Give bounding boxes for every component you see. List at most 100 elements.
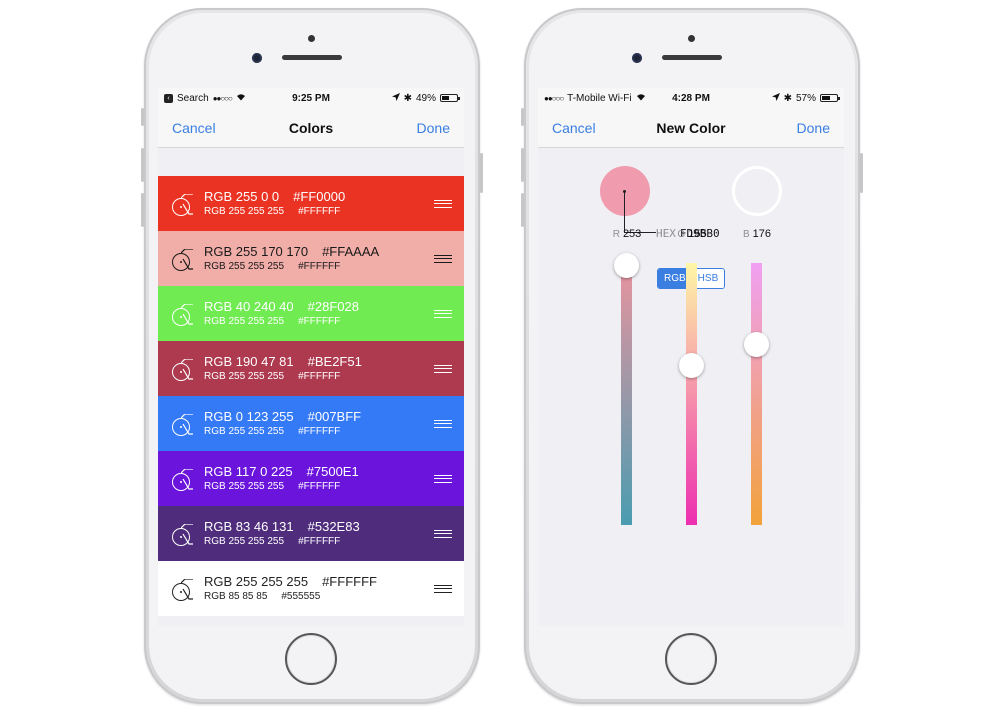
color-list-item[interactable]: RGB 83 46 131 #532E83 RGB 255 255 255 #FFF… [158, 506, 464, 561]
reorder-handle-icon[interactable] [434, 200, 452, 208]
primary-hex: #007BFF [307, 409, 362, 424]
color-texts: RGB 255 255 255 #FFFFFF RGB 85 85 85 #5555… [204, 574, 377, 603]
color-texts: RGB 83 46 131 #532E83 RGB 255 255 255 #FFF… [204, 519, 360, 548]
reorder-handle-icon[interactable] [434, 475, 452, 483]
power-button [860, 153, 863, 193]
slider-track[interactable] [751, 263, 762, 525]
battery-icon [820, 94, 840, 102]
color-texts: RGB 40 240 40 #28F028 RGB 255 255 255 #FFF… [204, 299, 359, 328]
primary-rgb: RGB 117 0 225 [204, 464, 293, 479]
secondary-rgb: RGB 255 255 255 [204, 316, 285, 327]
primary-color-line: RGB 255 0 0 #FF0000 [204, 189, 345, 205]
channel-value: 155 [688, 228, 707, 240]
earpiece-speaker [282, 55, 342, 60]
connector-line-icon [181, 194, 193, 215]
primary-hex: #FFAAAA [322, 244, 380, 259]
slider-b: B 176 [732, 228, 782, 525]
channel-name: B [742, 229, 750, 240]
color-list-item[interactable]: RGB 0 123 255 #007BFF RGB 255 255 255 #FFF… [158, 396, 464, 451]
colors-screen: ‹ Search ●●○○○ 9:25 PM ✱ 49% Cancel Colo… [158, 88, 464, 626]
page-title: Colors [288, 119, 334, 136]
slider-track[interactable] [621, 263, 632, 525]
secondary-hex: #FFFFFF [298, 536, 341, 547]
channel-value: 253 [622, 228, 642, 240]
color-list-item[interactable]: RGB 255 0 0 #FF0000 RGB 255 255 255 #FFFFF… [158, 176, 464, 231]
reorder-handle-icon[interactable] [434, 365, 452, 373]
earpiece-speaker [662, 55, 722, 60]
secondary-color-line: RGB 255 255 255 #FFFFFF [204, 260, 379, 273]
reorder-handle-icon[interactable] [434, 585, 452, 593]
new-color-screen: ●●○○○ T-Mobile Wi-Fi 4:28 PM ✱ 57% Cance… [538, 88, 844, 626]
slider-label: B 176 [732, 228, 782, 240]
bluetooth-icon: ✱ [783, 92, 792, 104]
reorder-handle-icon[interactable] [434, 255, 452, 263]
volume-down-button [141, 193, 144, 227]
hex-leader-dot [623, 190, 626, 193]
secondary-hex: #555555 [281, 591, 321, 602]
primary-hex: #FF0000 [293, 189, 346, 204]
slider-thumb[interactable] [614, 252, 639, 278]
home-button[interactable] [285, 633, 337, 685]
reorder-handle-icon[interactable] [434, 530, 452, 538]
navigation-bar: Cancel Colors Done [158, 108, 464, 148]
color-texts: RGB 190 47 81 #BE2F51 RGB 255 255 255 #FFF… [204, 354, 362, 383]
channel-value: 176 [752, 228, 772, 240]
color-list-item[interactable]: RGB 117 0 225 #7500E1 RGB 255 255 255 #FFF… [158, 451, 464, 506]
reorder-handle-icon[interactable] [434, 310, 452, 318]
primary-hex: #7500E1 [306, 464, 359, 479]
proximity-sensor [308, 35, 315, 42]
location-arrow-icon [771, 92, 780, 104]
color-list-item[interactable]: RGB 255 170 170 #FFAAAA RGB 255 255 255 #F… [158, 231, 464, 286]
secondary-hex: #FFFFFF [298, 426, 341, 437]
secondary-rgb: RGB 255 255 255 [204, 206, 285, 217]
background-color-swatch[interactable] [732, 166, 782, 216]
slider-track[interactable] [686, 263, 697, 525]
signal-strength-icon: ●●○○○ [544, 93, 564, 103]
battery-icon [440, 94, 460, 102]
secondary-hex: #FFFFFF [298, 261, 341, 272]
primary-hex: #532E83 [307, 519, 360, 534]
channel-name: G [677, 229, 686, 240]
reorder-handle-icon[interactable] [434, 420, 452, 428]
done-button[interactable]: Done [417, 120, 450, 136]
mute-switch [141, 108, 144, 126]
secondary-color-line: RGB 85 85 85 #555555 [204, 590, 377, 603]
slider-thumb[interactable] [744, 331, 769, 357]
location-arrow-icon [391, 92, 400, 104]
secondary-color-line: RGB 255 255 255 #FFFFFF [204, 370, 362, 383]
slider-thumb[interactable] [679, 353, 704, 379]
color-texts: RGB 117 0 225 #7500E1 RGB 255 255 255 #FFF… [204, 464, 359, 493]
secondary-color-line: RGB 255 255 255 #FFFFFF [204, 315, 359, 328]
power-button [480, 153, 483, 193]
color-list-item[interactable]: RGB 255 255 255 #FFFFFF RGB 85 85 85 #5555… [158, 561, 464, 616]
back-to-app-label[interactable]: Search [177, 93, 209, 104]
color-list-item[interactable]: RGB 40 240 40 #28F028 RGB 255 255 255 #FFF… [158, 286, 464, 341]
connector-line-icon [181, 524, 193, 545]
cancel-button[interactable]: Cancel [172, 120, 216, 136]
signal-strength-icon: ●●○○○ [212, 93, 233, 103]
secondary-hex: #FFFFFF [298, 371, 341, 382]
primary-color-line: RGB 117 0 225 #7500E1 [204, 464, 359, 480]
front-camera [632, 53, 642, 63]
secondary-rgb: RGB 85 85 85 [204, 591, 268, 602]
hex-leader-line [624, 191, 656, 233]
done-button[interactable]: Done [797, 120, 830, 136]
primary-rgb: RGB 255 0 0 [204, 189, 280, 204]
secondary-color-line: RGB 255 255 255 #FFFFFF [204, 205, 345, 218]
back-arrow-icon[interactable]: ‹ [164, 93, 173, 103]
primary-color-line: RGB 255 170 170 #FFAAAA [204, 244, 379, 260]
color-list-item[interactable]: RGB 190 47 81 #BE2F51 RGB 255 255 255 #FFF… [158, 341, 464, 396]
home-button[interactable] [665, 633, 717, 685]
right-phone: ●●○○○ T-Mobile Wi-Fi 4:28 PM ✱ 57% Cance… [521, 8, 863, 704]
secondary-rgb: RGB 255 255 255 [204, 426, 285, 437]
battery-percent: 57% [795, 92, 816, 104]
primary-rgb: RGB 255 255 255 [204, 574, 309, 589]
primary-rgb: RGB 255 170 170 [204, 244, 309, 259]
color-texts: RGB 255 170 170 #FFAAAA RGB 255 255 255 #F… [204, 244, 379, 273]
mute-switch [521, 108, 524, 126]
primary-rgb: RGB 190 47 81 [204, 354, 294, 369]
volume-down-button [521, 193, 524, 227]
status-time: 9:25 PM [292, 92, 330, 104]
status-bar: ●●○○○ T-Mobile Wi-Fi 4:28 PM ✱ 57% [538, 88, 844, 108]
cancel-button[interactable]: Cancel [552, 120, 596, 136]
